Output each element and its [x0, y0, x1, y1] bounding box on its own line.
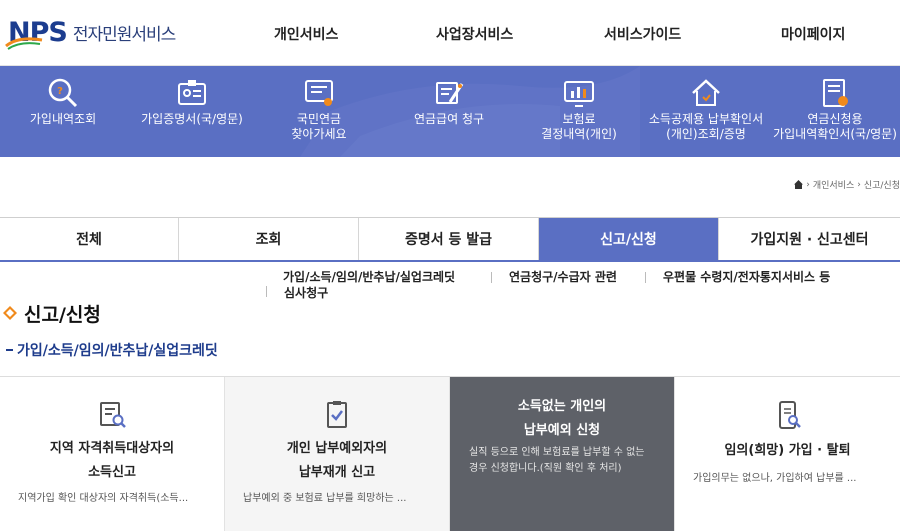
card-title: 개인 납부예외자의 납부재개 신고	[286, 441, 388, 480]
category-tabs: 전체 조회 증명서 등 발급 신고/신청 가입지원 · 신고센터	[0, 217, 900, 262]
sublink-membership-income[interactable]: 가입/소득/임의/반추납/실업크레딧	[283, 268, 455, 285]
tab-inquiry[interactable]: 조회	[179, 218, 359, 260]
card-description: 지역가입 확인 대상자의 자격취득(소득...	[18, 493, 189, 504]
sublink-divider	[645, 272, 646, 283]
home-icon[interactable]	[794, 180, 804, 189]
nps-logo[interactable]: NPS 전자민원서비스	[5, 12, 176, 52]
logo-swoosh-icon	[5, 37, 43, 50]
nav-personal-service[interactable]: 개인서비스	[274, 24, 338, 44]
section-title-text: 가입/소득/임의/반추납/실업크레딧	[17, 343, 218, 359]
nav-business-service[interactable]: 사업장서비스	[436, 24, 513, 44]
quick-item-tax-payment-confirm[interactable]: 소득공제용 납부확인서 (개인)조회/증명	[640, 66, 772, 157]
breadcrumb-item-personal-service[interactable]: 개인서비스	[813, 178, 854, 191]
chart-monitor-icon	[564, 81, 594, 107]
house-icon	[692, 79, 720, 106]
quick-label: 보험료 결정내역(개인)	[541, 112, 617, 141]
breadcrumb-item-current[interactable]: 신고/신청	[864, 178, 900, 191]
doc-search-icon	[100, 402, 126, 428]
monitor-doc-icon	[305, 80, 333, 106]
pen-doc-icon	[436, 82, 464, 104]
sublink-divider	[266, 286, 267, 297]
site-header: NPS 전자민원서비스 개인서비스 사업장서비스 서비스가이드 마이페이지	[0, 0, 900, 66]
sublink-mail-notification[interactable]: 우편물 수령지/전자통지서비스 등	[663, 268, 830, 285]
quick-item-premium-decision[interactable]: 보험료 결정내역(개인)	[518, 66, 640, 157]
doc-check-icon	[823, 79, 848, 107]
service-card-payment-exception[interactable]: 소득없는 개인의 납부예외 신청 실직 등으로 인해 보험료를 납부할 수 없는…	[450, 377, 675, 531]
card-title: 지역 자격취득대상자의 소득신고	[49, 441, 175, 480]
breadcrumb-separator-icon: ›	[857, 179, 861, 190]
doc-check-icon	[327, 401, 347, 428]
card-title: 소득없는 개인의 납부예외 신청	[517, 399, 607, 438]
tab-all[interactable]: 전체	[0, 218, 179, 260]
breadcrumb: › 개인서비스 › 신고/신청	[794, 178, 900, 191]
breadcrumb-separator-icon: ›	[806, 179, 810, 190]
svg-text:?: ?	[57, 86, 63, 97]
search-icon: ?	[48, 78, 78, 108]
card-description: 가입의무는 없으나, 가입하여 납부를 ...	[693, 473, 857, 484]
sublink-divider	[491, 272, 492, 283]
page-title: 신고/신청	[24, 303, 101, 326]
quick-label: 가입증명서(국/영문)	[141, 112, 243, 126]
service-card-regional-income-report[interactable]: 지역 자격취득대상자의 소득신고 지역가입 확인 대상자의 자격취득(소득...	[0, 377, 225, 531]
logo-service-name: 전자민원서비스	[72, 24, 176, 45]
nav-service-guide[interactable]: 서비스가이드	[604, 24, 681, 44]
certificate-icon	[178, 80, 206, 105]
service-card-voluntary-join[interactable]: 임의(희망) 가입 · 탈퇴 가입의무는 없으나, 가입하여 납부를 ...	[675, 377, 900, 531]
tab-support-center[interactable]: 가입지원 · 신고센터	[719, 218, 900, 260]
service-card-payment-resume[interactable]: 개인 납부예외자의 납부재개 신고 납부예외 중 보험료 납부를 희망하는 ..…	[225, 377, 450, 531]
tab-report-apply[interactable]: 신고/신청	[539, 218, 719, 260]
quick-item-pension-application-record[interactable]: 연금신청용 가입내역확인서(국/영문)	[770, 66, 900, 157]
quick-item-membership-inquiry[interactable]: ? 가입내역조회	[0, 66, 126, 157]
card-title: 임의(희망) 가입 · 탈퇴	[724, 443, 851, 458]
sublink-review-request[interactable]: 심사청구	[284, 284, 328, 301]
quick-item-pension-claim[interactable]: 연금급여 청구	[380, 66, 518, 157]
quick-label: 연금신청용 가입내역확인서(국/영문)	[773, 112, 897, 141]
quick-item-find-pension[interactable]: 국민연금 찾아가세요	[258, 66, 380, 157]
quick-menu-band: ? 가입내역조회 가입증명서(국/영문) 국민연금 찾아가세요 연금급여 청구 …	[0, 66, 900, 157]
quick-label: 연금급여 청구	[413, 112, 485, 126]
nav-my-page[interactable]: 마이페이지	[781, 24, 845, 44]
diamond-bullet-icon	[3, 306, 17, 320]
quick-item-membership-certificate[interactable]: 가입증명서(국/영문)	[126, 66, 258, 157]
section-title: 가입/소득/임의/반추납/실업크레딧	[6, 340, 218, 360]
page-title-block: 신고/신청	[0, 300, 101, 326]
sublink-pension-claim[interactable]: 연금청구/수급자 관련	[509, 268, 617, 285]
tab-certificate-issue[interactable]: 증명서 등 발급	[359, 218, 539, 260]
dash-bullet-icon	[6, 349, 13, 351]
phone-search-icon	[778, 401, 801, 429]
quick-label: 국민연금 찾아가세요	[291, 112, 347, 141]
quick-label: 소득공제용 납부확인서 (개인)조회/증명	[648, 112, 764, 141]
service-card-list: 지역 자격취득대상자의 소득신고 지역가입 확인 대상자의 자격취득(소득...…	[0, 376, 900, 531]
quick-label: 가입내역조회	[29, 112, 97, 126]
card-description: 실직 등으로 인해 보험료를 납부할 수 없는 경우 신청합니다.(직원 확인 …	[469, 447, 645, 474]
card-description: 납부예외 중 보험료 납부를 희망하는 ...	[243, 493, 407, 504]
